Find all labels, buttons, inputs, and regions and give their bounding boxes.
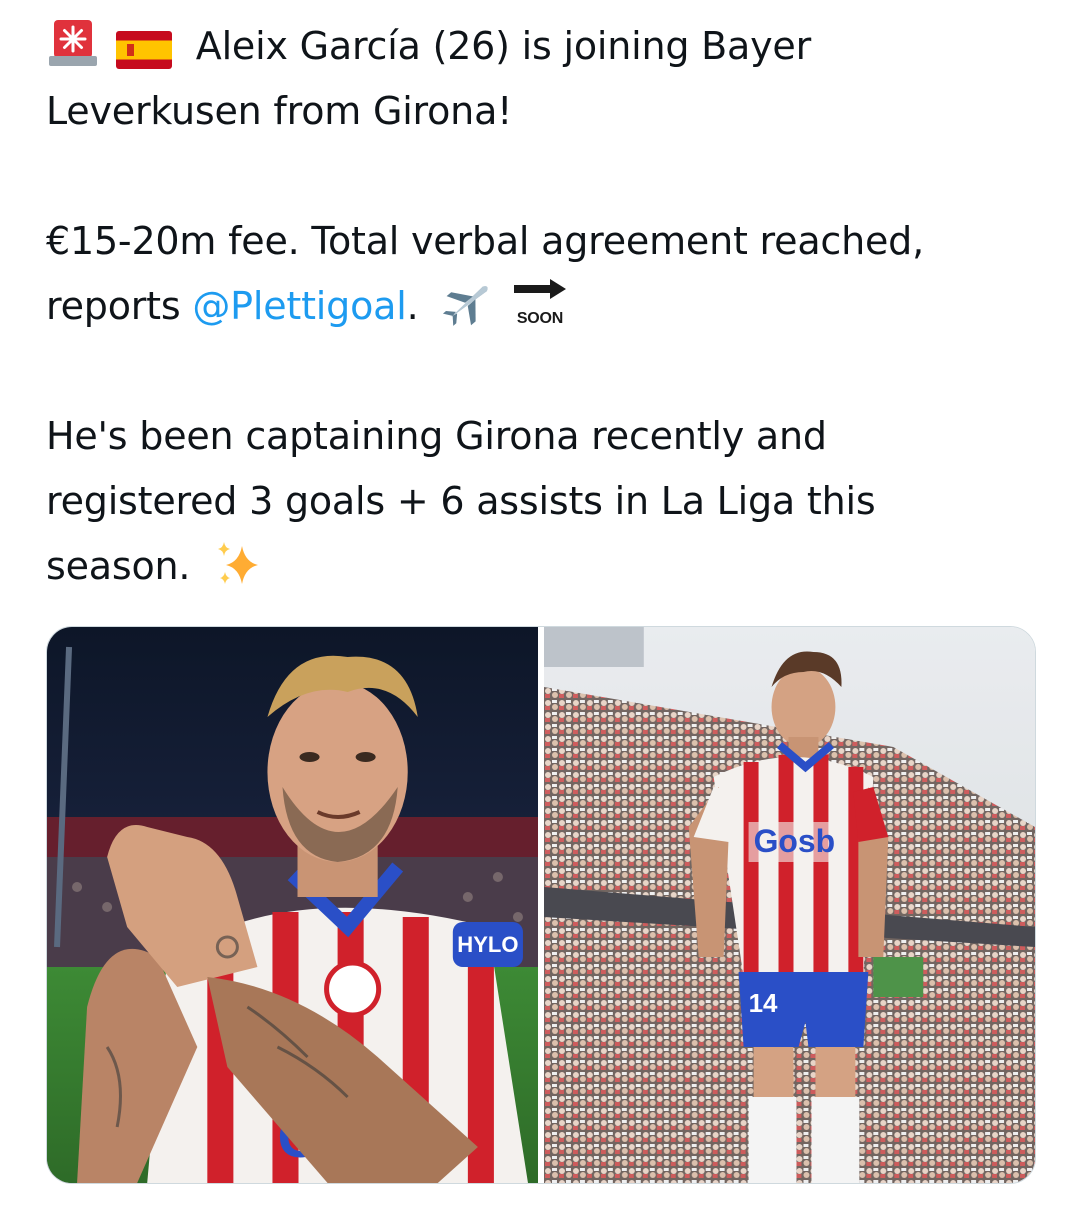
photo1-badge-text: HYLO	[457, 932, 518, 957]
sparkles-icon	[214, 538, 262, 588]
rotating-light-icon	[46, 18, 100, 68]
tweet-line-4-post: .	[406, 284, 419, 328]
photo-player-walking[interactable]: Gosb 14	[544, 627, 1035, 1183]
mention-link[interactable]: @Plettigoal	[192, 284, 406, 328]
soon-label: SOON	[517, 310, 563, 327]
tweet-text: Aleix García (26) is joining Bayer Lever…	[46, 14, 1046, 599]
spain-flag-icon	[115, 24, 172, 69]
tweet-line-2: Leverkusen from Girona!	[46, 89, 513, 133]
tweet-line-6: registered 3 goals + 6 assists in La Lig…	[46, 479, 876, 523]
tweet-line-7: season.	[46, 534, 1046, 599]
airplane-icon	[440, 276, 496, 330]
soon-arrow-icon: SOON	[510, 277, 570, 333]
tweet-line-4-pre: reports	[46, 284, 193, 328]
tweet-line-7-text: season.	[46, 544, 191, 588]
tweet-line-3: €15-20m fee. Total verbal agreement reac…	[46, 219, 924, 263]
media-grid[interactable]: HYLO GOSB	[46, 626, 1036, 1184]
photo-player-applauding[interactable]: HYLO GOSB	[47, 627, 538, 1183]
tweet-line-1: Aleix García (26) is joining Bayer	[46, 14, 1046, 79]
tweet-line-5: He's been captaining Girona recently and	[46, 414, 827, 458]
photo2-number-text: 14	[749, 988, 778, 1018]
tweet-line-4: reports @Plettigoal. SOON	[46, 274, 1046, 339]
tweet-line-1-text: Aleix García (26) is joining Bayer	[195, 24, 812, 68]
photo2-sponsor-text: Gosb	[754, 823, 836, 859]
